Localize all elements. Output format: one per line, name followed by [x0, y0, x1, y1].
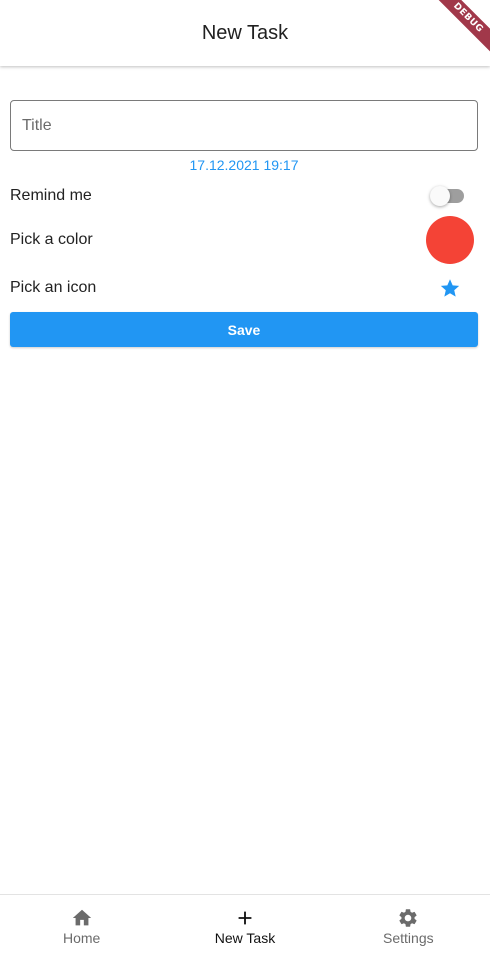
- nav-label-new-task: New Task: [214, 930, 276, 946]
- icon-row: Pick an icon: [10, 266, 478, 310]
- page-title: New Task: [201, 21, 289, 44]
- date-time-picker[interactable]: 17.12.2021 19:17: [10, 157, 478, 174]
- nav-item-settings[interactable]: Settings: [327, 895, 490, 953]
- app-bar: New Task: [0, 0, 490, 66]
- star-icon: [440, 279, 460, 297]
- plus-icon: [234, 907, 256, 929]
- home-icon: [71, 907, 93, 929]
- icon-picker-button[interactable]: [430, 268, 470, 308]
- debug-banner-label: DEBUG: [430, 0, 490, 58]
- nav-label-settings: Settings: [383, 930, 434, 946]
- nav-item-home[interactable]: Home: [0, 895, 163, 953]
- save-button[interactable]: Save: [10, 312, 478, 347]
- remind-toggle-thumb: [430, 186, 450, 206]
- debug-banner: DEBUG: [430, 0, 490, 60]
- nav-label-home: Home: [62, 930, 101, 946]
- color-label: Pick a color: [10, 231, 93, 248]
- color-row: Pick a color: [10, 214, 478, 266]
- gear-icon: [397, 907, 419, 929]
- title-input[interactable]: [10, 100, 478, 151]
- remind-toggle[interactable]: [430, 184, 466, 208]
- remind-label: Remind me: [10, 187, 92, 204]
- remind-row: Remind me: [10, 178, 478, 214]
- color-picker-button[interactable]: [426, 216, 474, 264]
- bottom-navigation: Home New Task Settings: [0, 894, 490, 953]
- icon-label: Pick an icon: [10, 279, 97, 296]
- new-task-form: 17.12.2021 19:17 Remind me Pick a color …: [10, 100, 478, 347]
- nav-item-new-task[interactable]: New Task: [163, 895, 326, 953]
